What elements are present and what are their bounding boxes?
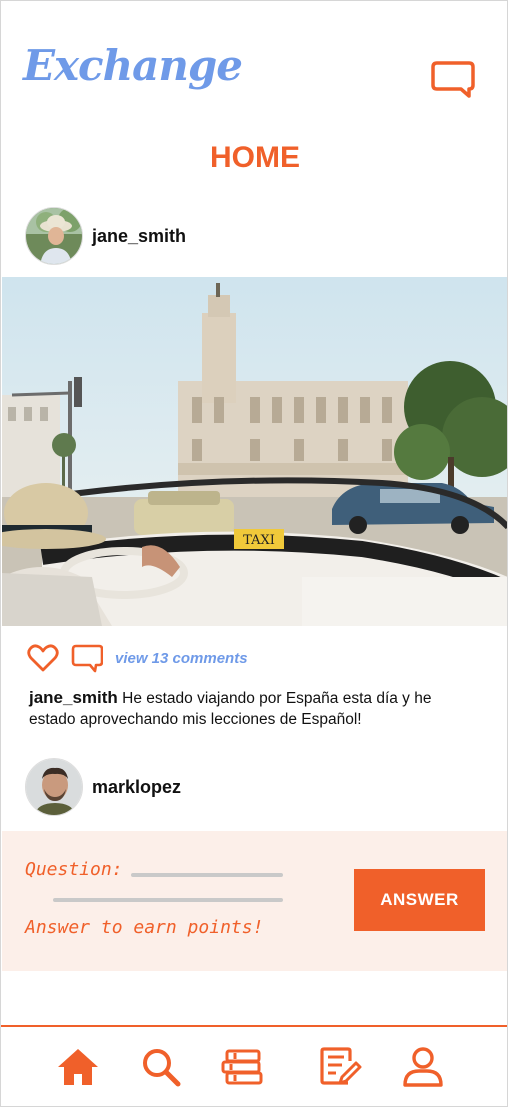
post-caption: jane_smith He estado viajando por España…	[29, 687, 469, 730]
answer-hint: Answer to earn points!	[25, 917, 264, 938]
post-author[interactable]: marklopez	[25, 758, 181, 816]
question-text-line	[131, 873, 283, 877]
bottom-nav	[1, 1025, 507, 1106]
post-username[interactable]: jane_smith	[92, 226, 186, 247]
question-text-line	[53, 898, 283, 902]
post-author[interactable]: jane_smith	[25, 207, 186, 265]
search-icon[interactable]	[139, 1045, 183, 1089]
home-icon[interactable]	[56, 1045, 100, 1089]
post-actions: view 13 comments	[27, 643, 248, 673]
answer-button[interactable]: ANSWER	[354, 869, 485, 931]
avatar[interactable]	[25, 758, 83, 816]
app-logo: Exchange	[23, 41, 243, 90]
page-title: HOME	[210, 141, 300, 174]
notes-icon[interactable]	[318, 1045, 362, 1089]
avatar[interactable]	[25, 207, 83, 265]
svg-text:TAXI: TAXI	[243, 533, 275, 548]
view-comments-link[interactable]: view 13 comments	[115, 650, 248, 667]
chat-bubble-icon[interactable]	[431, 59, 475, 99]
books-icon[interactable]	[221, 1045, 265, 1089]
post-photo[interactable]: TAXI	[2, 277, 507, 626]
question-label: Question:	[25, 859, 123, 880]
heart-icon[interactable]	[27, 643, 59, 673]
caption-username[interactable]: jane_smith	[29, 688, 118, 707]
post-username[interactable]: marklopez	[92, 777, 181, 798]
profile-icon[interactable]	[401, 1045, 445, 1089]
app-frame: Exchange HOME jane_smith TAXI view 13 co…	[0, 0, 508, 1107]
comment-icon[interactable]	[71, 643, 103, 673]
